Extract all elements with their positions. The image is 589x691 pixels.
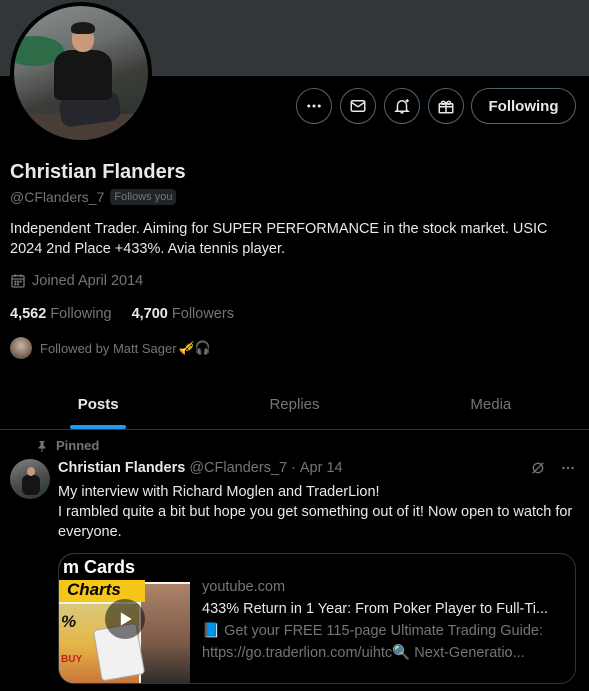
notifications-button[interactable]: [384, 88, 420, 124]
joined-date: Joined April 2014: [10, 273, 143, 289]
notification-bell-icon: [394, 99, 410, 114]
profile-avatar[interactable]: [10, 2, 152, 144]
joined-label: Joined April 2014: [32, 273, 144, 289]
following-button[interactable]: Following: [471, 88, 576, 124]
followers-stat[interactable]: 4,700 Followers: [132, 306, 234, 322]
followed-by-text: Followed by Matt Sager: [40, 340, 177, 356]
thumbnail-text-buy: BUY: [61, 654, 83, 665]
calendar-icon: [11, 274, 25, 288]
post-text-line1: My interview with Richard Moglen and Tra…: [58, 484, 380, 500]
card-description-line2: https://go.traderlion.com/uihtc🔍 Next-Ge…: [202, 645, 525, 661]
thumbnail-person: [141, 584, 190, 683]
pinned-indicator: Pinned: [36, 438, 99, 453]
thumbnail-text-yellow: Charts: [59, 580, 145, 602]
subscribe-button[interactable]: [428, 88, 464, 124]
grok-icon[interactable]: [530, 460, 546, 476]
followers-label: Followers: [171, 306, 234, 322]
following-count: 4,562: [10, 306, 47, 322]
following-label: Following: [50, 306, 112, 322]
post-separator: ·: [291, 460, 296, 476]
card-domain: youtube.com: [202, 579, 286, 595]
link-card[interactable]: m Cards Charts % BUY youtube.com 433% Re…: [58, 553, 576, 684]
followed-by[interactable]: Followed by Matt Sager 🎺🎧: [10, 337, 211, 359]
more-icon[interactable]: [560, 460, 576, 476]
subscribe-gift-icon: [438, 100, 454, 114]
message-button[interactable]: [340, 88, 376, 124]
pin-icon: [38, 440, 46, 452]
follows-you-badge: Follows you: [110, 189, 177, 205]
profile-name: Christian Flanders: [10, 161, 186, 183]
thumbnail-text-top: m Cards: [59, 554, 190, 582]
tab-posts-label: Posts: [77, 395, 119, 413]
profile-handle: @CFlanders_7: [10, 189, 105, 205]
follow-stats: 4,562 Following 4,700 Followers: [10, 306, 234, 322]
post-date[interactable]: Apr 14: [300, 460, 343, 476]
video-thumbnail[interactable]: m Cards Charts % BUY: [59, 554, 190, 683]
following-stat[interactable]: 4,562 Following: [10, 306, 112, 322]
card-title: 433% Return in 1 Year: From Poker Player…: [202, 601, 548, 617]
play-icon: [120, 612, 132, 626]
more-button[interactable]: [296, 88, 332, 124]
tab-replies[interactable]: Replies: [196, 379, 392, 429]
message-icon: [350, 100, 366, 112]
card-body: youtube.com 433% Return in 1 Year: From …: [190, 554, 575, 683]
profile-tabs: Posts Replies Media: [0, 379, 589, 430]
post-icons: [530, 460, 576, 476]
card-description-line1: 📘 Get your FREE 115-page Ultimate Tradin…: [202, 623, 543, 639]
tab-media[interactable]: Media: [393, 379, 589, 429]
post-author-name[interactable]: Christian Flanders: [58, 460, 185, 476]
handle-row: @CFlanders_7 Follows you: [10, 189, 177, 205]
tab-media-label: Media: [470, 395, 512, 413]
more-icon: [307, 104, 321, 108]
profile-bio: Independent Trader. Aiming for SUPER PER…: [10, 221, 548, 257]
pinned-label: Pinned: [56, 438, 100, 453]
follower-avatar: [10, 337, 32, 359]
post-author-handle[interactable]: @CFlanders_7: [189, 460, 287, 476]
followed-by-emoji: 🎺🎧: [178, 340, 211, 355]
avatar-photo: [14, 6, 148, 140]
post-author-avatar[interactable]: [10, 459, 50, 499]
thumbnail-text-percent: %: [61, 612, 77, 631]
post-text: My interview with Richard Moglen and Tra…: [58, 482, 578, 542]
play-button[interactable]: [105, 599, 145, 639]
active-tab-indicator: [70, 425, 127, 429]
tab-replies-label: Replies: [269, 395, 320, 413]
post-header: Christian Flanders @CFlanders_7 · Apr 14: [58, 460, 343, 476]
tab-posts[interactable]: Posts: [0, 379, 196, 429]
followers-count: 4,700: [131, 306, 168, 322]
post-text-line2: I rambled quite a bit but hope you get s…: [58, 504, 573, 540]
